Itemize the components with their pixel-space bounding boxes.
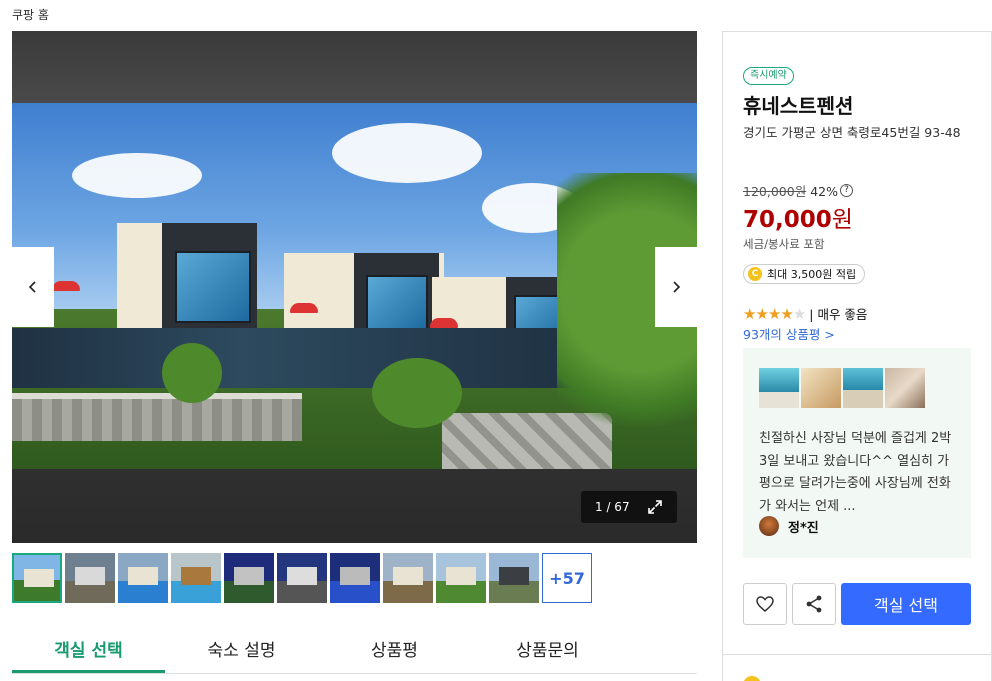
booking-panel: 즉시예약 휴네스트펜션 경기도 가평군 상면 축령로45번길 93-48 120…	[722, 31, 992, 681]
divider	[723, 654, 991, 655]
help-icon[interactable]: ?	[839, 184, 853, 197]
photo-counter[interactable]: 1 / 67	[581, 491, 677, 523]
share-button[interactable]	[792, 583, 836, 625]
star-icon: ★	[780, 304, 793, 323]
tax-note: 세금/봉사료 포함	[743, 237, 825, 251]
chevron-left-icon	[28, 281, 36, 293]
parasol	[290, 303, 318, 313]
more-photos-button[interactable]: +57	[542, 553, 592, 603]
review-preview[interactable]: 친절하신 사장님 덕분에 즐겁게 2박 3일 보내고 왔습니다^^ 열심히 가평…	[743, 348, 971, 558]
tab-reviews[interactable]: 상품평	[318, 622, 471, 673]
parasol	[52, 281, 80, 291]
discount-rate: 42%	[810, 184, 838, 199]
rating-row: ★★★★★ | 매우 좋음	[743, 304, 867, 323]
thumbnail[interactable]	[330, 553, 380, 603]
star-icon: ★	[743, 304, 756, 323]
photo-gallery: 1 / 67	[12, 31, 697, 543]
share-icon	[806, 595, 822, 613]
thumbnail[interactable]	[12, 553, 62, 603]
property-address: 경기도 가평군 상면 축령로45번길 93-48	[743, 125, 961, 140]
review-photos	[759, 368, 925, 408]
property-name: 휴네스트펜션	[743, 94, 854, 118]
thumbnail[interactable]	[224, 553, 274, 603]
rating-label: | 매우 좋음	[809, 307, 868, 322]
photo-counter-text: 1 / 67	[595, 500, 630, 514]
review-count-link[interactable]: 93개의 상품평 >	[743, 324, 835, 343]
star-rating: ★★★★★	[743, 304, 806, 323]
thumbnail[interactable]	[277, 553, 327, 603]
breadcrumb[interactable]: 쿠팡 홈	[12, 6, 49, 23]
review-author: 정*진	[759, 516, 819, 536]
stone-wall	[12, 393, 302, 441]
instant-booking-badge: 즉시예약	[743, 67, 794, 85]
original-price-row: 120,000원 42%?	[743, 181, 853, 200]
star-icon: ★	[755, 304, 768, 323]
tree	[162, 343, 222, 403]
review-text: 친절하신 사장님 덕분에 즐겁게 2박 3일 보내고 왔습니다^^ 열심히 가평…	[759, 431, 952, 514]
coin-icon: C	[748, 267, 762, 281]
glass-terrace	[12, 328, 582, 388]
review-photo[interactable]	[885, 368, 925, 408]
tab-description[interactable]: 숙소 설명	[165, 622, 318, 673]
price-number: 70,000	[743, 207, 832, 233]
review-photo[interactable]	[759, 368, 799, 408]
prev-photo-button[interactable]	[12, 247, 54, 327]
parasol	[430, 318, 458, 328]
thumbnail[interactable]	[65, 553, 115, 603]
wishlist-button[interactable]	[743, 583, 787, 625]
thumbnail[interactable]	[171, 553, 221, 603]
main-photo[interactable]	[12, 103, 697, 469]
star-icon: ★	[767, 304, 781, 323]
chevron-right-icon	[673, 281, 681, 293]
tree	[372, 358, 462, 428]
tab-room-select[interactable]: 객실 선택	[12, 622, 165, 673]
select-room-button[interactable]: 객실 선택	[841, 583, 971, 625]
original-price: 120,000원	[743, 184, 807, 199]
cloud	[332, 123, 482, 183]
thumbnail[interactable]	[489, 553, 539, 603]
sale-price: 70,000원	[743, 200, 853, 234]
points-text: 최대 3,500원 적립	[767, 268, 857, 281]
points-badge: C 최대 3,500원 적립	[743, 264, 866, 284]
price-unit: 원	[831, 207, 853, 233]
tab-inquiries[interactable]: 상품문의	[471, 622, 624, 673]
thumbnail[interactable]	[118, 553, 168, 603]
review-photo[interactable]	[801, 368, 841, 408]
thumbnail[interactable]	[383, 553, 433, 603]
coin-icon	[743, 676, 761, 681]
thumbnail[interactable]	[436, 553, 486, 603]
avatar	[759, 516, 779, 536]
review-photo[interactable]	[843, 368, 883, 408]
next-photo-button[interactable]	[655, 247, 697, 327]
star-empty-icon: ★	[792, 304, 806, 323]
section-tabs: 객실 선택 숙소 설명 상품평 상품문의	[12, 622, 697, 674]
cloud	[72, 153, 202, 198]
thumbnail-strip: +57	[12, 553, 592, 603]
heart-icon	[756, 596, 774, 612]
review-author-name: 정*진	[788, 520, 819, 536]
expand-icon	[648, 500, 662, 514]
